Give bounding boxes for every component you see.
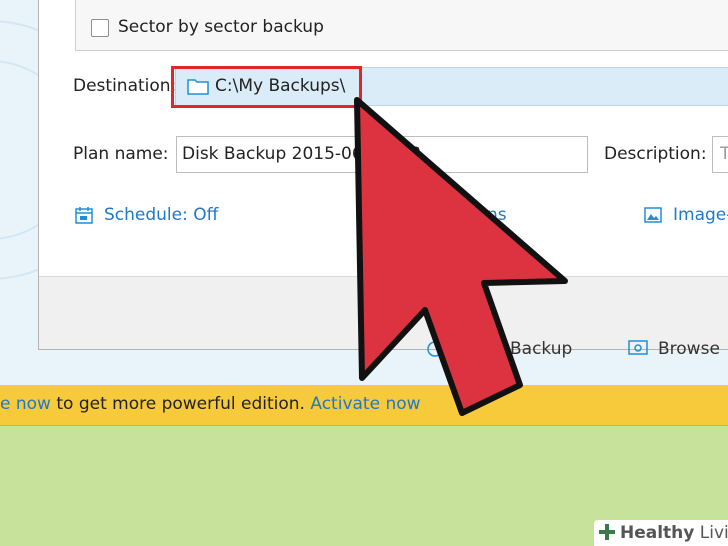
- cursor-arrow-icon: [354, 97, 568, 416]
